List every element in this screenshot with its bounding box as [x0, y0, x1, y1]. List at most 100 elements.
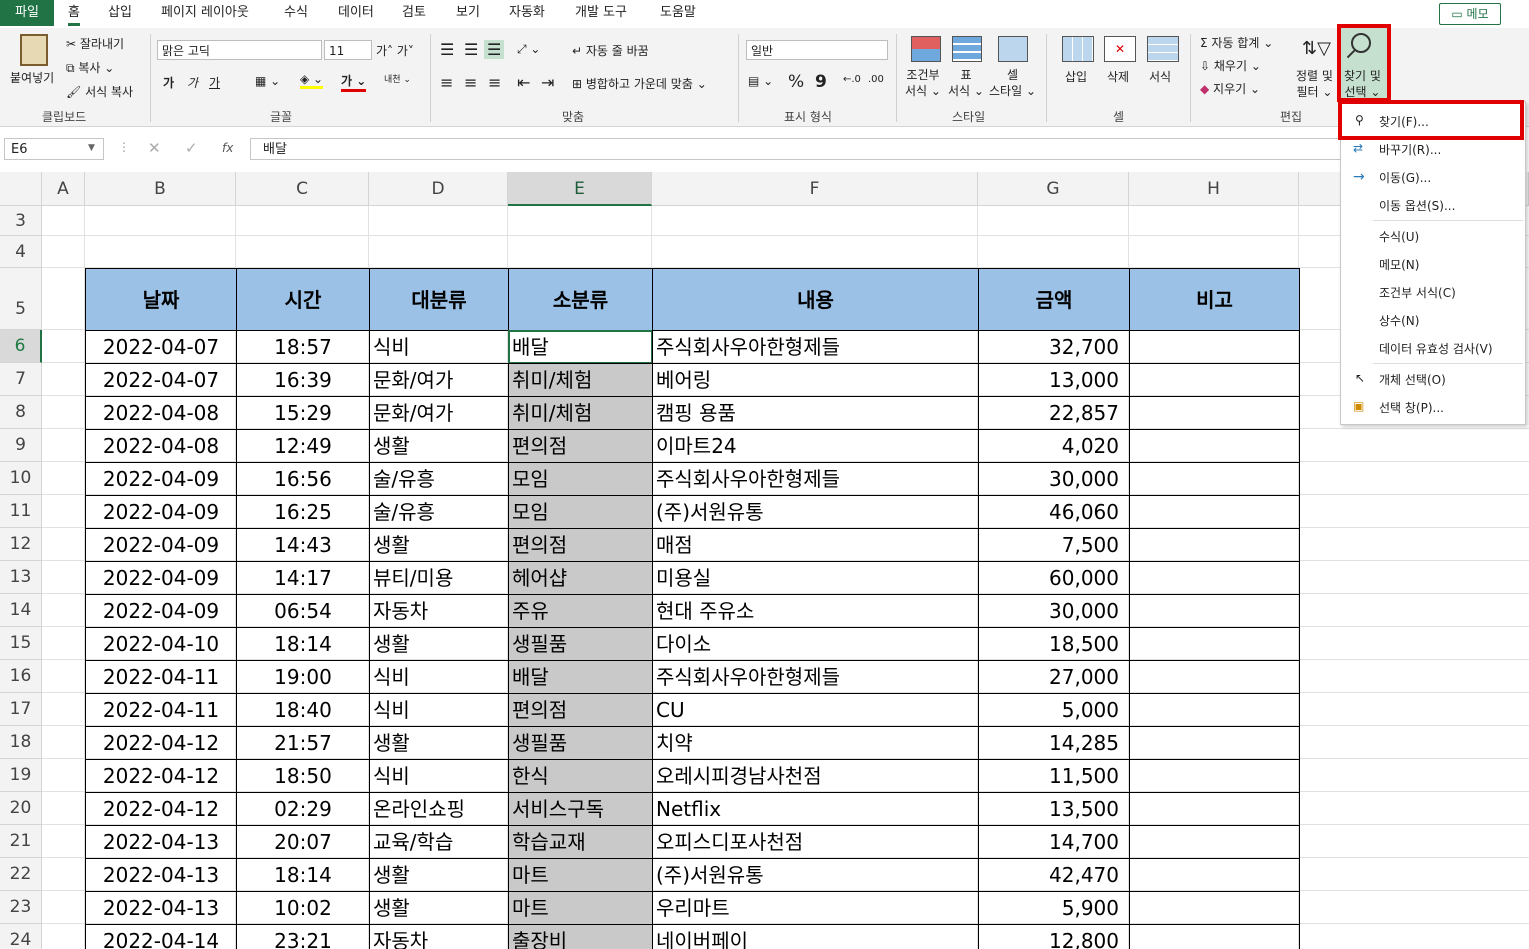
table-cell[interactable]: 16:25 [236, 495, 370, 529]
table-cell[interactable] [1129, 759, 1300, 793]
table-cell[interactable]: 배달 [508, 660, 653, 694]
table-cell[interactable]: 16:56 [236, 462, 370, 496]
table-cell[interactable]: 모임 [508, 495, 653, 529]
table-cell[interactable]: 생활 [369, 528, 509, 562]
table-cell[interactable] [1129, 429, 1300, 463]
table-format-icon[interactable] [952, 36, 982, 62]
row-header-3[interactable]: 3 [0, 206, 42, 236]
table-cell[interactable] [1129, 627, 1300, 661]
table-cell[interactable]: 27,000 [978, 660, 1130, 694]
menu-item-conditional-format[interactable]: 조건부 서식(C) [1379, 284, 1456, 301]
table-cell[interactable]: 16:39 [236, 363, 370, 397]
row-header-8[interactable]: 8 [0, 396, 42, 429]
phonetic-button[interactable]: 내천 ⌄ [384, 72, 411, 85]
sort-filter-icon[interactable]: ⇅▽ [1302, 38, 1331, 59]
table-cell[interactable]: 교육/학습 [369, 825, 509, 859]
table-cell[interactable]: 취미/체험 [508, 363, 653, 397]
table-cell[interactable]: 2022-04-09 [85, 528, 237, 562]
menu-item-goto[interactable]: 이동(G)... [1379, 169, 1431, 186]
format-painter-button[interactable]: 🖌 서식 복사 [66, 83, 133, 100]
column-header-a[interactable]: A [42, 172, 85, 206]
row-header-16[interactable]: 16 [0, 660, 42, 693]
table-cell[interactable]: 4,020 [978, 429, 1130, 463]
table-cell[interactable]: 문화/여가 [369, 363, 509, 397]
table-cell[interactable] [1129, 660, 1300, 694]
table-cell[interactable]: 치약 [652, 726, 979, 760]
table-cell[interactable]: 생필품 [508, 627, 653, 661]
table-cell[interactable]: 21:57 [236, 726, 370, 760]
table-cell[interactable]: 주식회사우아한형제들 [652, 660, 979, 694]
tab-file[interactable]: 파일 [0, 0, 54, 26]
table-cell[interactable]: 42,470 [978, 858, 1130, 892]
row-header-13[interactable]: 13 [0, 561, 42, 594]
decrease-decimal-icon[interactable]: .00 [868, 74, 884, 85]
table-cell[interactable]: 생활 [369, 891, 509, 925]
delete-cells-icon[interactable]: ✕ [1104, 36, 1136, 62]
tab-insert[interactable]: 삽입 [108, 0, 132, 26]
tab-view[interactable]: 보기 [456, 0, 480, 26]
table-cell[interactable]: 18:50 [236, 759, 370, 793]
column-header-b[interactable]: B [85, 172, 236, 206]
table-cell[interactable]: 12:49 [236, 429, 370, 463]
table-cell[interactable]: 뷰티/미용 [369, 561, 509, 595]
cancel-icon[interactable]: ✕ [148, 139, 161, 157]
table-cell[interactable] [1129, 594, 1300, 628]
table-cell[interactable]: 네이버페이 [652, 924, 979, 949]
table-cell[interactable]: 15:29 [236, 396, 370, 430]
table-cell[interactable]: 주식회사우아한형제들 [652, 462, 979, 496]
comma-button[interactable]: 9 [815, 72, 827, 92]
number-format-select[interactable]: 일반 [746, 40, 888, 60]
table-cell[interactable]: 서비스구독 [508, 792, 653, 826]
menu-item-select-objects[interactable]: 개체 선택(O) [1379, 371, 1446, 388]
memo-button[interactable]: ▭ 메모 [1439, 3, 1501, 25]
table-cell[interactable] [1129, 495, 1300, 529]
table-cell[interactable]: 20:07 [236, 825, 370, 859]
percent-button[interactable]: % [788, 72, 804, 92]
table-cell[interactable]: 14:17 [236, 561, 370, 595]
table-cell[interactable]: 12,800 [978, 924, 1130, 949]
table-cell[interactable]: 생활 [369, 429, 509, 463]
table-cell[interactable]: 2022-04-09 [85, 594, 237, 628]
table-cell[interactable] [1129, 858, 1300, 892]
border-icon[interactable]: ▦ ⌄ [255, 74, 280, 88]
table-cell[interactable]: 생활 [369, 858, 509, 892]
table-format-button[interactable]: 표 서식 ⌄ [948, 67, 984, 99]
column-header-e[interactable]: E [508, 172, 652, 206]
table-cell[interactable]: 캠핑 용품 [652, 396, 979, 430]
row-header-4[interactable]: 4 [0, 236, 42, 268]
paste-button[interactable]: 붙여넣기 [10, 69, 54, 86]
table-cell[interactable]: 생활 [369, 726, 509, 760]
table-cell[interactable]: 식비 [369, 759, 509, 793]
table-cell[interactable]: 5,900 [978, 891, 1130, 925]
table-cell[interactable] [1129, 891, 1300, 925]
table-cell[interactable]: 주유 [508, 594, 653, 628]
table-cell[interactable]: 식비 [369, 693, 509, 727]
table-cell[interactable] [1129, 726, 1300, 760]
table-cell[interactable]: 생필품 [508, 726, 653, 760]
table-cell[interactable]: 13,500 [978, 792, 1130, 826]
row-header-20[interactable]: 20 [0, 792, 42, 825]
table-cell[interactable]: 2022-04-12 [85, 726, 237, 760]
table-cell[interactable]: 베어링 [652, 363, 979, 397]
row-header-24[interactable]: 24 [0, 924, 42, 949]
delete-cells-button[interactable]: 삭제 [1107, 68, 1129, 85]
format-cells-icon[interactable] [1147, 36, 1179, 62]
table-cell[interactable]: 18:40 [236, 693, 370, 727]
clear-button[interactable]: ◆ 지우기 ⌄ [1200, 80, 1260, 97]
select-all-corner[interactable] [0, 172, 42, 206]
table-cell[interactable] [1129, 825, 1300, 859]
table-cell[interactable]: 현대 주유소 [652, 594, 979, 628]
table-cell[interactable]: 18:14 [236, 627, 370, 661]
fill-color-icon[interactable]: ◈ ⌄ [300, 72, 324, 89]
table-cell[interactable] [1129, 462, 1300, 496]
table-cell[interactable]: 학습교재 [508, 825, 653, 859]
menu-item-selection-pane[interactable]: 선택 창(P)... [1379, 399, 1444, 416]
column-header-h[interactable]: H [1129, 172, 1299, 206]
table-cell[interactable]: 편의점 [508, 693, 653, 727]
table-cell[interactable] [1129, 792, 1300, 826]
align-top-icon[interactable]: ☰ [440, 40, 454, 59]
align-middle-icon[interactable]: ☰ [464, 40, 478, 59]
align-center-icon[interactable]: ≡ [464, 73, 477, 92]
orientation-icon[interactable]: ⤢ ⌄ [517, 42, 540, 57]
table-cell[interactable]: 마트 [508, 858, 653, 892]
